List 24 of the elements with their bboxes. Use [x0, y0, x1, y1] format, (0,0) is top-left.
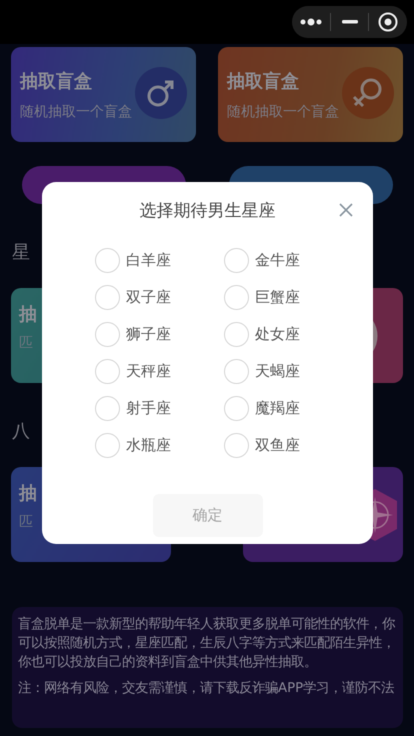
option-label: 处女座	[255, 324, 300, 344]
option-label: 金牛座	[255, 250, 300, 270]
card-subtitle: 匹	[19, 513, 34, 531]
card-title: 抽	[19, 303, 38, 326]
section-heading: 星	[11, 241, 30, 265]
intro-text: 注：网络有风险，交友需谨慎，请下载反诈骗APP学习，谨防不法	[18, 680, 396, 698]
option-label: 魔羯座	[255, 398, 300, 418]
card-subtitle: 随机抽取一个盲盒	[20, 102, 132, 120]
card-title: 抽取盲盒	[227, 70, 300, 92]
dialog-title: 选择期待男生星座	[140, 200, 276, 221]
option-label: 巨蟹座	[255, 288, 300, 306]
option-label: 射手座	[126, 398, 171, 418]
card-title: 抽取盲盒	[20, 70, 93, 92]
option-label: 天秤座	[126, 362, 171, 380]
option-label: 狮子座	[126, 324, 171, 344]
option-label: 天蝎座	[255, 362, 300, 380]
section-heading: 八	[11, 420, 30, 444]
card-title: 抽	[19, 482, 38, 505]
option-label: 双鱼座	[255, 436, 300, 454]
option-label: 水瓶座	[126, 436, 171, 454]
option-label: 双子座	[126, 288, 171, 306]
card-subtitle: 随机抽取一个盲盒	[227, 102, 339, 120]
intro-text: 盲盒脱单是一款新型的帮助年轻人获取更多脱单可能性的软件，你可以按照随机方式，星座匹配，生辰八字等方式来匹配陌生异性，你也可以投放自己的资料到盲盒中供其他异性抽取。	[18, 616, 396, 672]
option-label: 白羊座	[126, 250, 171, 270]
